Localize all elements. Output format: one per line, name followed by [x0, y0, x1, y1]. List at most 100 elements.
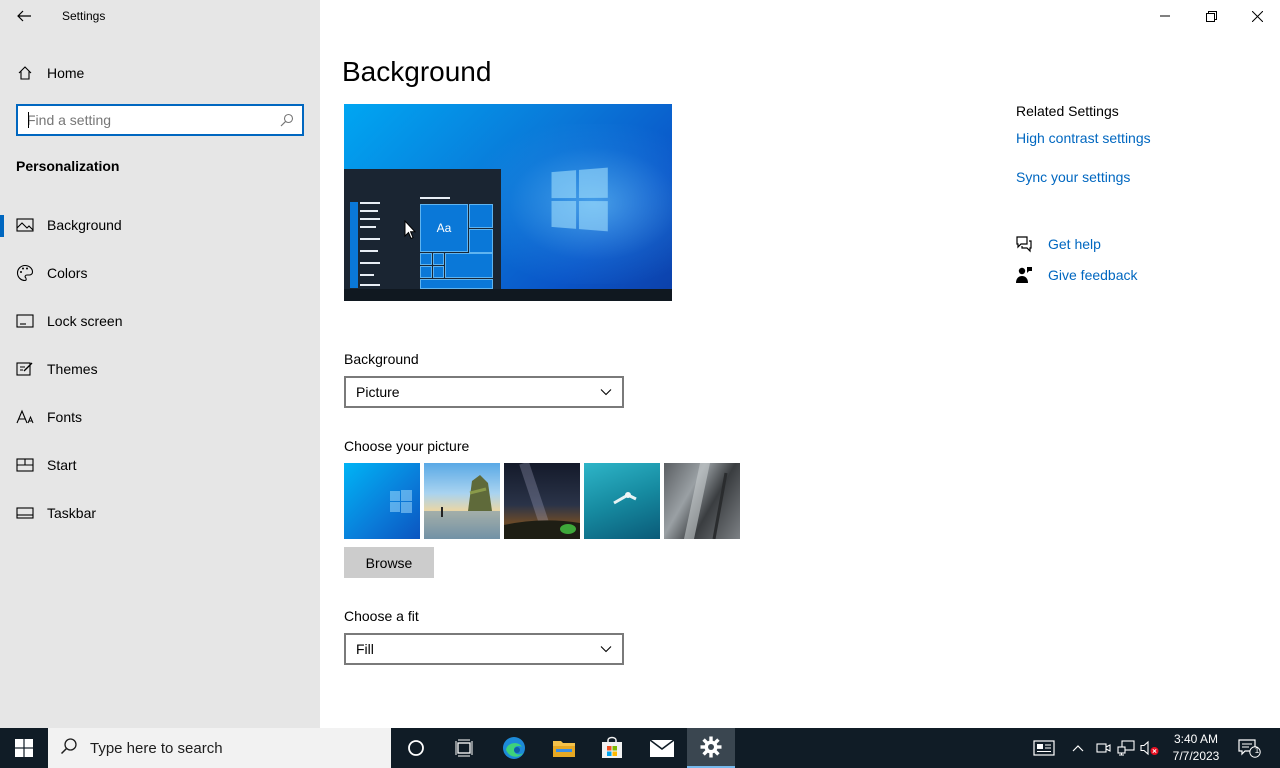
meet-now-button[interactable] [1093, 738, 1113, 758]
preview-menu-line [360, 274, 374, 276]
nav-item-taskbar[interactable]: Taskbar [0, 493, 320, 533]
nav-item-lock-screen[interactable]: Lock screen [0, 301, 320, 341]
nav-item-label: Fonts [47, 409, 83, 425]
minimize-icon [1160, 15, 1170, 17]
beach-rock-graphic [424, 475, 500, 539]
meet-now-icon [1096, 743, 1111, 753]
related-settings-title: Related Settings [1016, 103, 1119, 119]
back-button[interactable] [8, 2, 40, 30]
choose-picture-label: Choose your picture [344, 438, 470, 454]
preview-menu-line [420, 197, 450, 199]
edge-browser-icon [503, 737, 525, 759]
picture-thumbnail-beach[interactable] [424, 463, 500, 539]
picture-thumbnail-night-sky[interactable] [504, 463, 580, 539]
network-button[interactable] [1116, 738, 1136, 758]
nav-item-label: Start [47, 457, 77, 473]
windows-start-icon [15, 739, 33, 757]
rock-climber-graphic [684, 463, 728, 539]
windows-logo-graphic [551, 167, 609, 232]
mouse-cursor-icon [404, 220, 416, 240]
minimize-button[interactable] [1142, 0, 1188, 32]
nav-item-fonts[interactable]: Fonts [0, 397, 320, 437]
preview-tile [445, 253, 493, 278]
restore-button[interactable] [1188, 0, 1234, 32]
app-title: Settings [62, 9, 106, 23]
preview-menu-line [360, 202, 380, 204]
find-setting-search[interactable] [16, 104, 304, 136]
taskbar-search-box[interactable]: Type here to search [48, 728, 391, 768]
file-explorer-button[interactable] [540, 728, 588, 768]
action-center-button[interactable]: 1 [1238, 738, 1262, 758]
picture-thumbnail-rock-climber[interactable] [664, 463, 740, 539]
preview-tile: Aa [420, 204, 468, 252]
nav-item-label: Background [47, 217, 122, 233]
dropdown-value: Fill [356, 641, 374, 657]
home-icon [16, 64, 34, 82]
show-hidden-icons-button[interactable] [1068, 738, 1088, 758]
preview-tile [469, 229, 493, 253]
nav-item-label: Themes [47, 361, 98, 377]
sync-settings-link[interactable]: Sync your settings [1016, 169, 1130, 185]
desktop-preview: Aa [344, 104, 672, 301]
preview-menu-line [360, 210, 378, 212]
give-feedback-link[interactable]: Give feedback [1014, 264, 1138, 286]
fonts-icon [16, 408, 34, 426]
search-icon [60, 737, 78, 760]
volume-button[interactable] [1140, 738, 1160, 758]
nav-item-start[interactable]: Start [0, 445, 320, 485]
settings-taskbar-button[interactable] [687, 728, 735, 768]
browse-button[interactable]: Browse [344, 547, 434, 578]
taskbar-icon [16, 504, 34, 522]
clock-time: 3:40 AM [1173, 732, 1219, 746]
picture-thumbnail-underwater[interactable] [584, 463, 660, 539]
preview-tile [433, 253, 444, 265]
preview-taskbar [344, 289, 672, 301]
cortana-button[interactable] [392, 728, 440, 768]
volume-muted-icon [1140, 740, 1159, 756]
search-icon [280, 113, 294, 132]
mail-envelope-icon [649, 739, 675, 757]
task-view-icon [455, 739, 473, 757]
home-label: Home [47, 65, 85, 81]
close-icon [1251, 10, 1263, 22]
get-help-link[interactable]: Get help [1014, 233, 1101, 255]
lock-screen-icon [16, 312, 34, 330]
section-title: Personalization [16, 158, 120, 174]
chat-help-icon [1014, 234, 1034, 254]
find-setting-input[interactable] [27, 108, 267, 132]
dropdown-value: Picture [356, 384, 400, 400]
picture-thumbnail-windows[interactable] [344, 463, 420, 539]
news-widget-button[interactable] [1032, 738, 1056, 758]
chevron-up-icon [1072, 745, 1084, 752]
preview-tile [420, 279, 493, 289]
text-caret [28, 112, 29, 128]
cortana-circle-icon [408, 740, 424, 756]
taskbar-clock[interactable]: 3:40 AM 7/7/2023 [1162, 731, 1230, 765]
close-button[interactable] [1234, 0, 1280, 32]
nav-item-themes[interactable]: Themes [0, 349, 320, 389]
background-label: Background [344, 351, 419, 367]
picture-icon [16, 216, 34, 234]
notification-count-badge: 1 [1254, 746, 1260, 755]
edge-button[interactable] [490, 728, 538, 768]
start-button[interactable] [0, 728, 48, 768]
start-icon [16, 456, 34, 474]
news-icon [1033, 740, 1055, 756]
high-contrast-settings-link[interactable]: High contrast settings [1016, 130, 1151, 146]
taskbar-search-placeholder: Type here to search [90, 739, 223, 757]
clock-date: 7/7/2023 [1172, 749, 1220, 763]
give-feedback-label: Give feedback [1048, 267, 1138, 283]
sidebar: Settings Home Personalization Background… [0, 0, 320, 728]
background-type-dropdown[interactable]: Picture [344, 376, 624, 408]
nav-item-colors[interactable]: Colors [0, 253, 320, 293]
fit-dropdown[interactable]: Fill [344, 633, 624, 665]
mail-button[interactable] [638, 728, 686, 768]
task-view-button[interactable] [440, 728, 488, 768]
preview-tile [420, 253, 432, 265]
nav-item-background[interactable]: Background [0, 205, 320, 245]
choose-fit-label: Choose a fit [344, 608, 419, 624]
themes-icon [16, 360, 34, 378]
microsoft-store-button[interactable] [588, 728, 636, 768]
home-nav-item[interactable]: Home [0, 57, 320, 89]
nav-item-label: Colors [47, 265, 88, 281]
